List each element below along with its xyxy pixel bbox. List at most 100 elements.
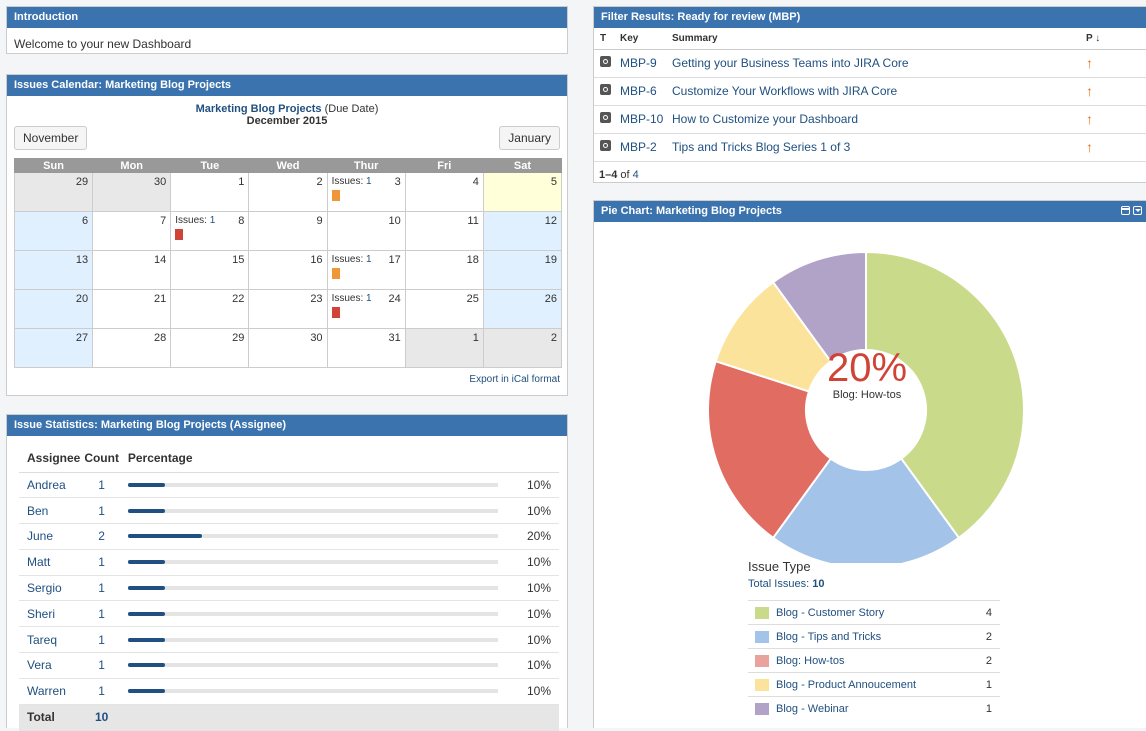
export-ical-link[interactable]: Export in iCal format: [469, 374, 560, 385]
calendar-day[interactable]: 15: [170, 250, 250, 290]
calendar-day[interactable]: 12: [482, 211, 563, 251]
count-link[interactable]: 1: [83, 497, 120, 525]
calendar-day[interactable]: 18: [404, 250, 484, 290]
calendar-day[interactable]: 26: [482, 289, 563, 329]
issue-summary-link[interactable]: Tips and Tricks Blog Series 1 of 3: [672, 133, 1086, 162]
assignee-link[interactable]: Andrea: [19, 472, 84, 499]
assignee-link[interactable]: June: [19, 523, 84, 550]
issue-marker[interactable]: [175, 229, 184, 240]
filter-row[interactable]: MBP-10 How to Customize your Dashboard ↑: [594, 105, 1146, 134]
issue-key-link[interactable]: MBP-10: [620, 105, 672, 134]
assignee-link[interactable]: Sheri: [19, 600, 84, 628]
filter-header[interactable]: Filter Results: Ready for review (MBP): [594, 7, 1146, 28]
calendar-day[interactable]: 5: [482, 172, 563, 212]
assignee-link[interactable]: Sergio: [19, 575, 84, 602]
issue-marker[interactable]: [331, 190, 340, 201]
calendar-day[interactable]: 19: [482, 250, 563, 290]
calendar-day[interactable]: 30: [248, 328, 328, 368]
calendar-day[interactable]: 1: [404, 328, 484, 368]
calendar-day[interactable]: 30: [92, 172, 172, 212]
calendar-day[interactable]: 20: [13, 289, 94, 329]
calendar-day[interactable]: 11: [404, 211, 484, 251]
issue-key-link[interactable]: MBP-9: [620, 49, 672, 78]
issues-count-link[interactable]: 1: [366, 254, 372, 265]
legend-category-link[interactable]: Blog - Customer Story: [776, 600, 970, 625]
calendar-day[interactable]: 6: [13, 211, 94, 251]
issue-key-link[interactable]: MBP-2: [620, 133, 672, 162]
calendar-day[interactable]: 27: [13, 328, 94, 368]
maximize-icon[interactable]: [1121, 206, 1130, 215]
assignee-link[interactable]: Matt: [19, 549, 84, 576]
legend-category-link[interactable]: Blog: How-tos: [776, 648, 970, 673]
filter-row[interactable]: MBP-6 Customize Your Workflows with JIRA …: [594, 77, 1146, 106]
calendar-day[interactable]: 7: [92, 211, 172, 251]
count-link[interactable]: 1: [83, 600, 120, 628]
summary-column-header[interactable]: Summary: [672, 28, 1086, 50]
issues-count-link[interactable]: 1: [210, 215, 216, 226]
calendar-day[interactable]: 16: [248, 250, 328, 290]
calendar-day[interactable]: 4: [404, 172, 484, 212]
project-link[interactable]: Marketing Blog Projects: [196, 103, 322, 115]
issues-count-link[interactable]: 1: [366, 176, 372, 187]
legend-category-link[interactable]: Blog - Product Annoucement: [776, 672, 970, 697]
count-link[interactable]: 1: [83, 652, 120, 679]
introduction-header[interactable]: Introduction: [7, 7, 567, 28]
issue-summary-link[interactable]: Customize Your Workflows with JIRA Core: [672, 77, 1086, 106]
calendar-day[interactable]: 23: [248, 289, 328, 329]
count-link[interactable]: 1: [83, 472, 120, 499]
count-link[interactable]: 2: [83, 523, 120, 550]
calendar-day[interactable]: 2: [482, 328, 563, 368]
issue-marker[interactable]: [331, 307, 340, 318]
pie-chart-header[interactable]: Pie Chart: Marketing Blog Projects: [594, 201, 1146, 222]
assignee-link[interactable]: Tareq: [19, 626, 84, 654]
assignee-link[interactable]: Vera: [19, 652, 84, 679]
count-link[interactable]: 1: [83, 626, 120, 654]
total-issues-value[interactable]: 10: [812, 578, 824, 590]
percentage-bar-cell: [119, 600, 517, 628]
calendar-day[interactable]: 28: [92, 328, 172, 368]
issues-label: Issues:: [331, 176, 367, 187]
calendar-day[interactable]: 25: [404, 289, 484, 329]
calendar-day[interactable]: 2: [248, 172, 328, 212]
filter-row[interactable]: MBP-2 Tips and Tricks Blog Series 1 of 3 ↑: [594, 133, 1146, 162]
issue-marker[interactable]: [331, 268, 340, 279]
priority-column-header[interactable]: P ↓: [1086, 28, 1146, 50]
results-total-link[interactable]: 4: [633, 169, 639, 181]
assignee-link[interactable]: Warren: [19, 678, 84, 705]
issues-count-link[interactable]: 1: [366, 293, 372, 304]
filter-row[interactable]: MBP-9 Getting your Business Teams into JI…: [594, 49, 1146, 78]
calendar-day[interactable]: 21: [92, 289, 172, 329]
calendar-day[interactable]: 9: [248, 211, 328, 251]
day-number: 23: [310, 293, 323, 305]
calendar-day[interactable]: 17 Issues: 1: [326, 250, 406, 290]
dropdown-icon[interactable]: [1133, 206, 1142, 215]
next-month-button[interactable]: January: [499, 126, 560, 150]
issue-summary-link[interactable]: How to Customize your Dashboard: [672, 105, 1086, 134]
statistics-row: Vera 1 10%: [19, 652, 559, 679]
legend-category-link[interactable]: Blog - Webinar: [776, 696, 970, 721]
count-link[interactable]: 1: [83, 549, 120, 576]
assignee-link[interactable]: Ben: [19, 497, 84, 525]
calendar-day[interactable]: 3 Issues: 1: [326, 172, 406, 212]
calendar-day[interactable]: 29: [13, 172, 94, 212]
calendar-day[interactable]: 31: [326, 328, 406, 368]
key-column-header[interactable]: Key: [620, 28, 672, 50]
calendar-day[interactable]: 29: [170, 328, 250, 368]
issue-summary-link[interactable]: Getting your Business Teams into JIRA Co…: [672, 49, 1086, 78]
calendar-day[interactable]: 8 Issues: 1: [170, 211, 250, 251]
calendar-day[interactable]: 13: [13, 250, 94, 290]
statistics-header[interactable]: Issue Statistics: Marketing Blog Project…: [7, 415, 567, 436]
calendar-day[interactable]: 22: [170, 289, 250, 329]
prev-month-button[interactable]: November: [14, 126, 88, 150]
calendar-day[interactable]: 10: [326, 211, 406, 251]
count-link[interactable]: 1: [83, 575, 120, 602]
issue-key-link[interactable]: MBP-6: [620, 77, 672, 106]
calendar-day[interactable]: 14: [92, 250, 172, 290]
calendar-header[interactable]: Issues Calendar: Marketing Blog Projects: [7, 75, 567, 96]
calendar-day[interactable]: 1: [170, 172, 250, 212]
count-link[interactable]: 1: [83, 678, 120, 705]
calendar-day[interactable]: 24 Issues: 1: [326, 289, 406, 329]
type-column-header[interactable]: T: [594, 28, 620, 50]
legend-category-link[interactable]: Blog - Tips and Tricks: [776, 624, 970, 649]
total-count[interactable]: 10: [83, 704, 120, 731]
